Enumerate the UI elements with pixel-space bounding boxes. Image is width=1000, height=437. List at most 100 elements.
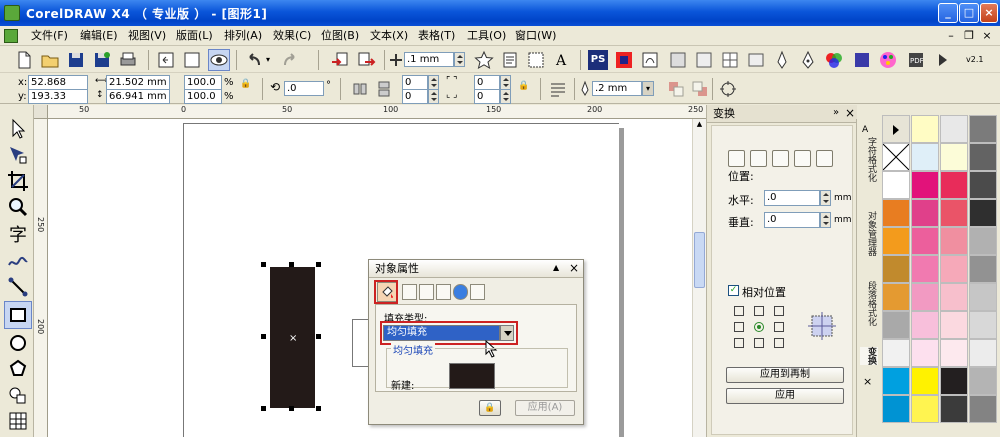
tab-paragraph-formatting[interactable]: 段落格式化 (860, 281, 878, 326)
menu-view[interactable]: 视图(V) (125, 28, 169, 44)
outline-tab-icon[interactable] (402, 284, 417, 300)
undo-icon[interactable] (244, 50, 264, 70)
corner-radius-bottom-left-field[interactable]: 0 (402, 89, 428, 104)
options-icon[interactable] (746, 50, 766, 70)
nudge-distance-field[interactable]: .1 mm (404, 52, 454, 67)
palette-swatch[interactable] (940, 395, 968, 423)
tabs-close-icon[interactable]: × (863, 375, 872, 388)
to-back-icon[interactable] (690, 79, 710, 99)
horizontal-ruler[interactable]: 50 0 50 100 150 200 250 (34, 105, 706, 119)
bracket-shape[interactable] (352, 319, 369, 367)
anchor-bottom-right[interactable] (774, 338, 784, 348)
doc-close-button[interactable]: × (980, 29, 994, 42)
palette-swatch[interactable] (911, 339, 939, 367)
palette-swatch[interactable] (911, 115, 939, 143)
corner-radius-top-right-spinner[interactable] (500, 75, 511, 90)
lock-ratio-icon[interactable]: 🔒 (240, 79, 251, 89)
palette-swatch[interactable] (911, 143, 939, 171)
relative-position-checkbox[interactable]: ✓ (728, 285, 739, 296)
minimize-button[interactable]: _ (938, 3, 958, 23)
vertical-field[interactable]: .0 (764, 212, 820, 228)
anchor-bottom-center[interactable] (754, 338, 764, 348)
menu-text[interactable]: 文本(X) (367, 28, 411, 44)
palette-swatch[interactable] (940, 367, 968, 395)
menu-effects[interactable]: 效果(C) (270, 28, 314, 44)
palette-swatch[interactable] (940, 339, 968, 367)
height-field[interactable]: 66.941 mm (106, 89, 170, 104)
palette-swatch[interactable] (911, 255, 939, 283)
y-position-field[interactable]: 193.33 mm (28, 89, 88, 115)
selection-handle[interactable] (289, 406, 294, 411)
shape-tool-icon[interactable] (6, 143, 30, 167)
palette-swatch[interactable] (969, 255, 997, 283)
text-frame-icon[interactable] (526, 50, 546, 70)
tab-character-formatting[interactable]: 字符格式化 (860, 137, 878, 182)
palette-swatch[interactable] (969, 199, 997, 227)
palette-swatch[interactable] (940, 283, 968, 311)
palette-swatch[interactable] (882, 367, 910, 395)
vertical-spinner[interactable] (820, 212, 831, 228)
palette-swatch[interactable] (882, 283, 910, 311)
internet-tab-icon[interactable] (453, 284, 468, 300)
polygon-tool-icon[interactable] (6, 357, 30, 381)
palette-swatch[interactable] (882, 339, 910, 367)
nudge-spinner[interactable] (454, 52, 465, 67)
dialog-collapse-icon[interactable]: ▲ (553, 263, 559, 272)
new-icon[interactable] (14, 50, 34, 70)
anchor-top-right[interactable] (774, 306, 784, 316)
palette-swatch[interactable] (940, 143, 968, 171)
skew-mode-icon[interactable] (816, 150, 833, 167)
apply-button[interactable]: 应用(A) (515, 400, 575, 416)
horizontal-spinner[interactable] (820, 190, 831, 206)
menu-window[interactable]: 窗口(W) (512, 28, 559, 44)
selection-handle[interactable] (316, 334, 321, 339)
palette-swatch[interactable] (969, 227, 997, 255)
zoom-tool-icon[interactable] (6, 195, 30, 219)
doc-minimize-button[interactable]: – (944, 29, 958, 42)
anchor-top-left[interactable] (734, 306, 744, 316)
anchor-top-center[interactable] (754, 306, 764, 316)
corner-radius-top-left-spinner[interactable] (428, 75, 439, 90)
detail-tab-icon[interactable] (436, 284, 451, 300)
selection-handle[interactable] (261, 262, 266, 267)
smart-fill-tool-icon[interactable] (6, 275, 30, 299)
import-file-icon[interactable] (330, 50, 350, 70)
palette-swatch[interactable] (940, 199, 968, 227)
selection-handle[interactable] (316, 406, 321, 411)
palette-swatch[interactable] (969, 171, 997, 199)
scale-height-field[interactable]: 100.0 (184, 89, 222, 104)
palette-swatch[interactable] (969, 115, 997, 143)
convert-to-curves-icon[interactable] (718, 79, 738, 99)
tab-transform[interactable]: 变换 (860, 347, 878, 365)
print-icon[interactable] (118, 50, 138, 70)
selection-handle[interactable] (261, 334, 266, 339)
corner-radius-top-left-field[interactable]: 0 (402, 75, 428, 90)
docker-close-icon[interactable]: × (845, 106, 855, 120)
width-field[interactable]: 21.502 mm (106, 75, 170, 90)
page-tab-icon[interactable] (470, 284, 485, 300)
grid-icon[interactable] (720, 50, 740, 70)
position-mode-icon[interactable] (728, 150, 745, 167)
palette-swatch[interactable] (911, 311, 939, 339)
export-icon[interactable] (182, 50, 202, 70)
scale-width-field[interactable]: 100.0 (184, 75, 222, 90)
x-position-field[interactable]: 52.868 mm (28, 75, 88, 101)
scroll-thumb[interactable] (694, 232, 705, 288)
corner-radius-top-right-field[interactable]: 0 (474, 75, 500, 90)
color-palette-icon[interactable] (878, 50, 898, 70)
palette-swatch[interactable] (882, 255, 910, 283)
menu-bitmaps[interactable]: 位图(B) (318, 28, 362, 44)
menu-arrange[interactable]: 排列(A) (221, 28, 265, 44)
palette-swatch[interactable] (969, 395, 997, 423)
pick-tool-icon[interactable] (6, 117, 30, 141)
text-glyph-tool-icon[interactable]: 字 (6, 221, 30, 246)
palette-swatch[interactable] (911, 367, 939, 395)
view-eye-icon[interactable] (208, 49, 230, 71)
palette-swatch[interactable] (882, 199, 910, 227)
general-tab-icon[interactable] (419, 284, 434, 300)
size-mode-icon[interactable] (794, 150, 811, 167)
artistic-text-icon[interactable]: A (552, 50, 572, 70)
save-icon[interactable] (66, 50, 86, 70)
mirror-vertical-icon[interactable] (374, 79, 394, 99)
maximize-button[interactable]: □ (959, 3, 979, 23)
